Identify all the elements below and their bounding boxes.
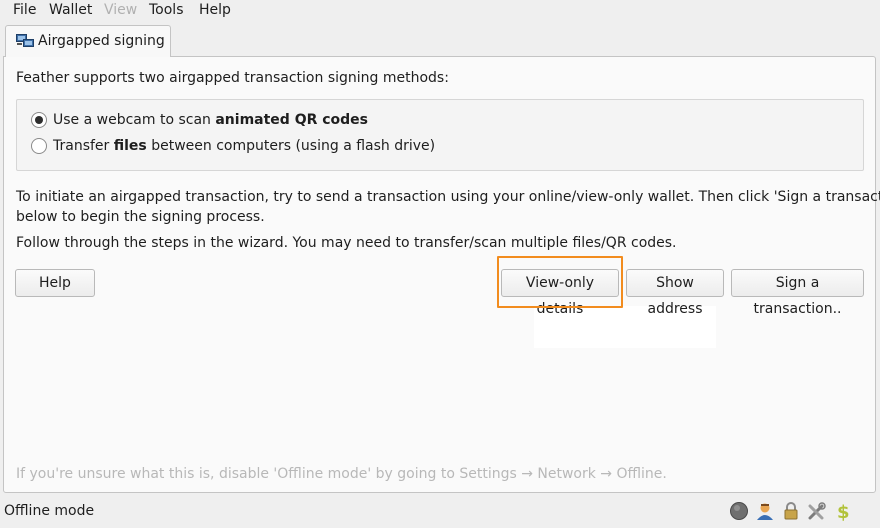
menu-view: View xyxy=(104,2,138,18)
show-address-button[interactable]: Show address xyxy=(626,269,724,317)
status-circle-icon[interactable] xyxy=(729,501,749,521)
instructions-line-3: Follow through the steps in the wizard. … xyxy=(16,235,677,251)
user-icon[interactable] xyxy=(755,501,775,521)
menu-tools[interactable]: Tools xyxy=(149,1,184,19)
option-files-label: Transfer files between computers (using … xyxy=(53,138,436,154)
help-button[interactable]: Help xyxy=(15,269,95,297)
offline-mode-hint: If you're unsure what this is, disable '… xyxy=(16,466,667,482)
menu-wallet[interactable]: Wallet xyxy=(49,1,92,19)
intro-text: Feather supports two airgapped transacti… xyxy=(16,70,449,86)
instructions-line-1: To initiate an airgapped transaction, tr… xyxy=(16,189,880,205)
option-webcam-label: Use a webcam to scan animated QR codes xyxy=(53,112,369,128)
dollar-icon[interactable]: $ xyxy=(833,501,853,523)
menu-bar: File Wallet View Tools Help xyxy=(0,0,880,21)
radio-webcam[interactable] xyxy=(31,112,47,128)
menu-help[interactable]: Help xyxy=(199,1,231,19)
status-mode: Offline mode xyxy=(4,503,95,519)
tab-airgapped-signing[interactable]: Airgapped signing xyxy=(5,25,171,57)
view-only-details-highlight xyxy=(497,256,623,308)
settings-tools-icon[interactable] xyxy=(807,501,827,521)
lock-icon[interactable] xyxy=(781,501,801,521)
instructions-line-2: below to begin the signing process. xyxy=(16,209,265,225)
radio-files[interactable] xyxy=(31,138,47,154)
menu-file[interactable]: File xyxy=(13,1,36,19)
tab-label: Airgapped signing xyxy=(38,33,165,49)
computer-network-icon xyxy=(16,34,34,52)
status-bar: Offline mode $ xyxy=(0,495,880,528)
svg-text:$: $ xyxy=(837,502,850,521)
signing-method-group: Use a webcam to scan animated QR codes T… xyxy=(16,99,864,171)
sign-transaction-button[interactable]: Sign a transaction.. xyxy=(731,269,864,317)
